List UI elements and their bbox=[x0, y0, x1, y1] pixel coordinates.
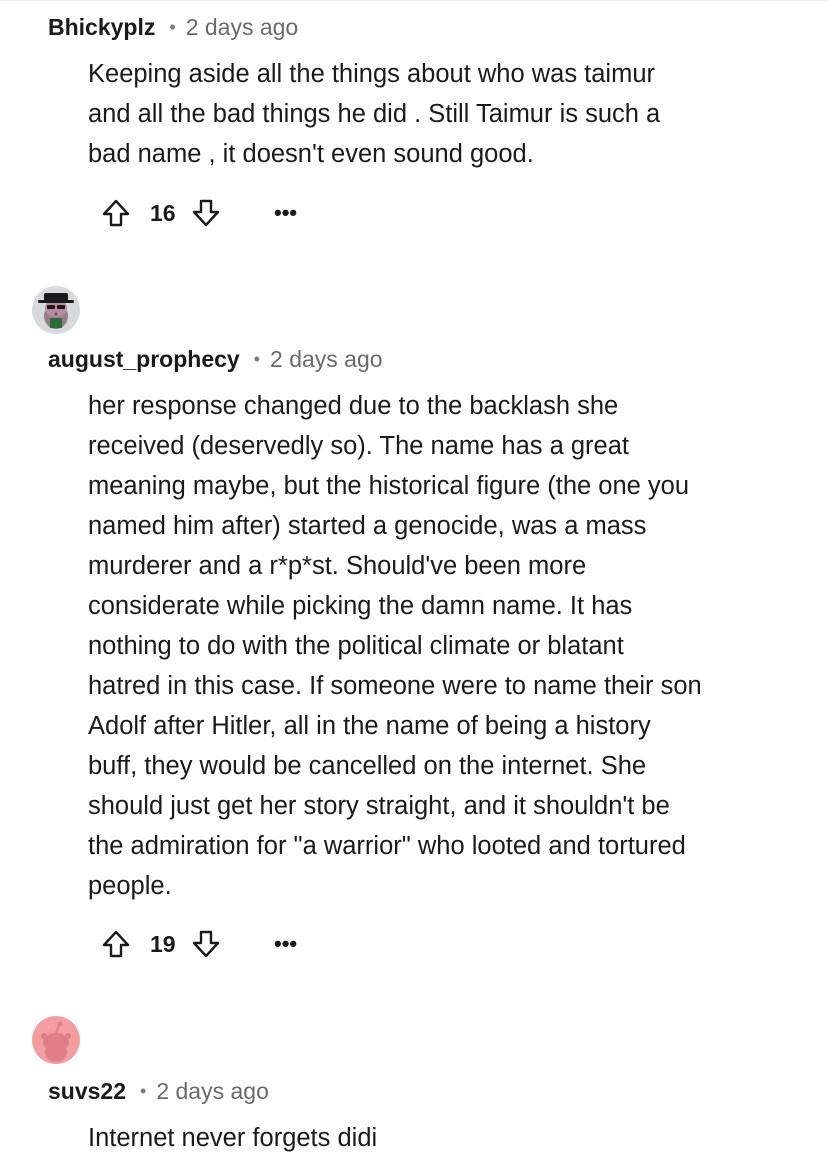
comment-line: hatred in this case. If someone were to … bbox=[88, 672, 702, 700]
comment-meta: august_prophecy • 2 days ago bbox=[48, 346, 383, 373]
comment-author[interactable]: august_prophecy bbox=[48, 346, 240, 373]
comment-timestamp: 2 days ago bbox=[156, 1078, 269, 1104]
comment-3: suvs22 • 2 days ago Internet never forge… bbox=[0, 990, 828, 1169]
comment-line: the admiration for "a warrior" who loote… bbox=[88, 832, 686, 860]
upvote-arrow-icon[interactable] bbox=[100, 197, 132, 229]
more-options-icon[interactable]: ••• bbox=[274, 202, 297, 224]
comment-line: considerate while picking the damn name.… bbox=[88, 592, 633, 620]
meta-separator: • bbox=[253, 349, 261, 369]
comment-1: Bhickyplz • 2 days ago Keeping aside all… bbox=[0, 0, 828, 250]
comment-line: Keeping aside all the things about who w… bbox=[88, 60, 656, 88]
comment-line: and all the bad things he did . Still Ta… bbox=[88, 100, 661, 128]
avatar[interactable] bbox=[32, 286, 80, 334]
vote-score: 16 bbox=[150, 199, 176, 226]
comment-timestamp: 2 days ago bbox=[270, 346, 383, 372]
comment-author[interactable]: Bhickyplz bbox=[48, 14, 155, 41]
comment-author[interactable]: suvs22 bbox=[48, 1078, 126, 1105]
downvote-arrow-icon[interactable] bbox=[190, 928, 222, 960]
upvote-arrow-icon[interactable] bbox=[100, 928, 132, 960]
comment-line: nothing to do with the political climate… bbox=[88, 632, 624, 660]
comment-2: august_prophecy • 2 days ago her respons… bbox=[0, 250, 828, 990]
comment-body: Internet never forgets didi bbox=[88, 1118, 798, 1158]
comment-line: murderer and a r*p*st. Should've been mo… bbox=[88, 552, 587, 580]
comment-meta: suvs22 • 2 days ago bbox=[48, 1078, 269, 1105]
comment-line: named him after) started a genocide, was… bbox=[88, 512, 647, 540]
comment-body: Keeping aside all the things about who w… bbox=[88, 54, 798, 174]
comment-line: buff, they would be cancelled on the int… bbox=[88, 752, 647, 780]
meta-separator: • bbox=[169, 17, 176, 37]
avatar[interactable] bbox=[32, 1016, 80, 1064]
comment-line: people. bbox=[88, 872, 172, 900]
comment-line: should just get her story straight, and … bbox=[88, 792, 670, 820]
comment-actions: 19 ••• bbox=[100, 926, 297, 962]
comment-meta: Bhickyplz • 2 days ago bbox=[48, 14, 298, 41]
comment-line: her response changed due to the backlash… bbox=[88, 392, 619, 420]
vote-score: 19 bbox=[150, 930, 176, 957]
comment-actions: 16 ••• bbox=[100, 195, 297, 231]
meta-separator: • bbox=[140, 1081, 147, 1101]
comment-body: her response changed due to the backlash… bbox=[88, 386, 798, 906]
comment-line: meaning maybe, but the historical figure… bbox=[88, 472, 690, 500]
more-options-icon[interactable]: ••• bbox=[274, 933, 297, 955]
comment-line: Internet never forgets didi bbox=[88, 1124, 378, 1152]
comment-line: bad name , it doesn't even sound good. bbox=[88, 140, 534, 168]
comment-line: received (deservedly so). The name has a… bbox=[88, 432, 629, 460]
comment-line: Adolf after Hitler, all in the name of b… bbox=[88, 712, 651, 740]
comment-timestamp: 2 days ago bbox=[185, 14, 299, 40]
downvote-arrow-icon[interactable] bbox=[190, 197, 222, 229]
